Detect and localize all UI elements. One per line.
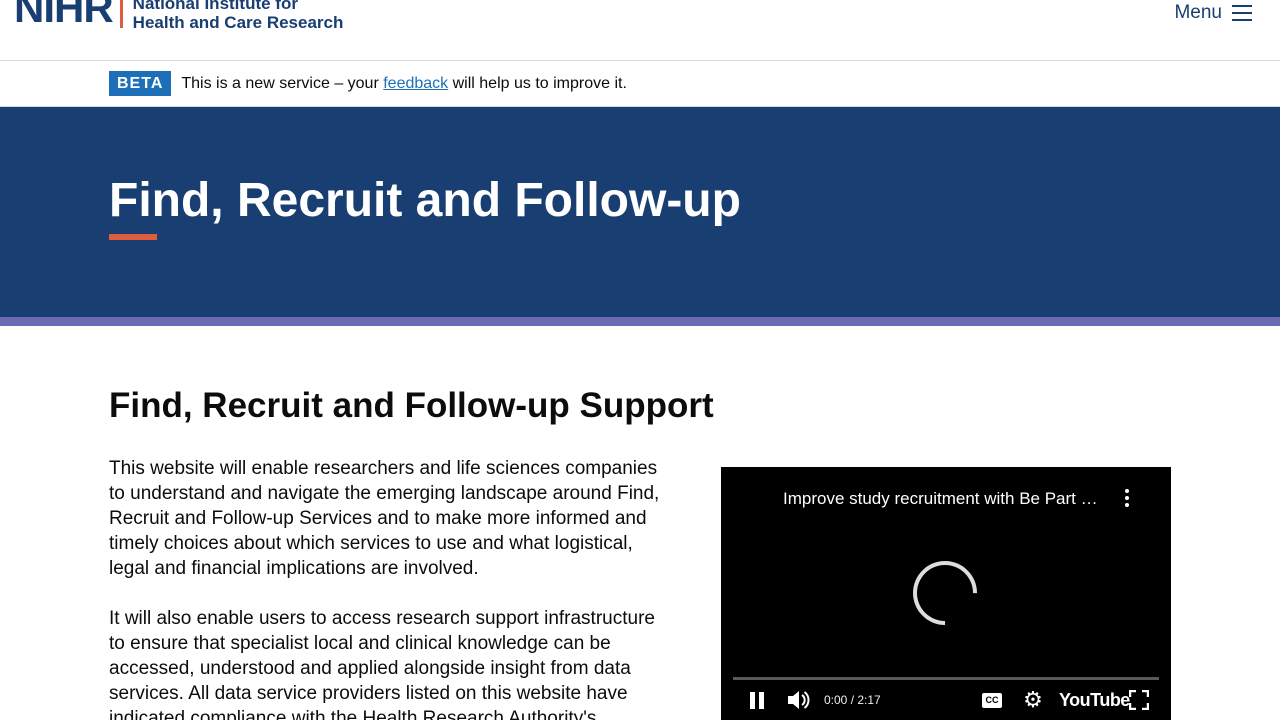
video-title[interactable]: Improve study recruitment with Be Part … bbox=[783, 489, 1098, 509]
video-progress-bar[interactable] bbox=[733, 677, 1159, 680]
logo-mark: NIHR bbox=[14, 0, 114, 31]
intro-paragraph: This website will enable researchers and… bbox=[109, 458, 660, 579]
beta-tag: BETA bbox=[109, 71, 172, 96]
fullscreen-icon[interactable] bbox=[1129, 687, 1149, 713]
logo-text: National Institute for Health and Care R… bbox=[133, 0, 344, 32]
site-header: NIHR National Institute for Health and C… bbox=[0, 0, 1280, 61]
logo-divider bbox=[119, 0, 123, 28]
loading-spinner-icon bbox=[899, 547, 991, 639]
video-time: 0:00 / 2:17 bbox=[824, 693, 881, 707]
hero-stripe bbox=[0, 317, 1280, 326]
logo-text-line1: National Institute for bbox=[132, 0, 298, 13]
page-title: Find, Recruit and Follow-up bbox=[109, 174, 741, 227]
menu-button[interactable]: Menu bbox=[1174, 2, 1252, 24]
title-underline bbox=[109, 234, 157, 240]
hamburger-icon bbox=[1232, 5, 1252, 21]
video-player[interactable]: Improve study recruitment with Be Part …… bbox=[721, 467, 1171, 720]
hero-banner: Find, Recruit and Follow-up bbox=[0, 107, 1280, 317]
section-heading: Find, Recruit and Follow-up Support bbox=[109, 386, 714, 425]
logo-text-line2: Health and Care Research bbox=[132, 13, 344, 32]
beta-banner: BETA This is a new service – your feedba… bbox=[0, 61, 1280, 107]
menu-label: Menu bbox=[1174, 2, 1222, 23]
nihr-logo[interactable]: NIHR National Institute for Health and C… bbox=[14, 0, 343, 32]
captions-button[interactable]: CC bbox=[981, 687, 1003, 713]
body-copy: This website will enable researchers and… bbox=[109, 456, 669, 720]
more-vertical-icon[interactable] bbox=[1125, 489, 1129, 507]
youtube-logo[interactable]: YouTube bbox=[1059, 687, 1130, 713]
feedback-link[interactable]: feedback bbox=[383, 75, 448, 92]
captions-icon: CC bbox=[982, 692, 1002, 708]
gear-icon[interactable]: ⚙ bbox=[1021, 687, 1045, 713]
pause-icon[interactable] bbox=[747, 687, 767, 713]
second-paragraph: It will also enable users to access rese… bbox=[109, 608, 655, 720]
volume-icon[interactable] bbox=[785, 687, 811, 713]
beta-message: This is a new service – your feedback wi… bbox=[181, 74, 627, 92]
video-controls: 0:00 / 2:17 CC ⚙ YouTube bbox=[733, 687, 1159, 713]
